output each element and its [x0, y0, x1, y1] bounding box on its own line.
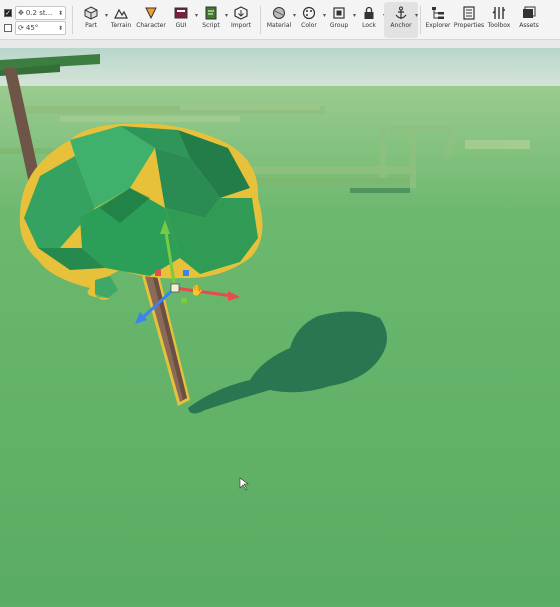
- material-icon: [273, 7, 285, 19]
- properties-button[interactable]: Properties: [452, 2, 486, 38]
- palette-icon: [302, 6, 316, 20]
- gui-icon: [174, 7, 188, 19]
- gizmo-plane-handle[interactable]: [183, 270, 189, 276]
- terrain-button[interactable]: Terrain: [104, 2, 138, 38]
- toolbar-bottom-strip: [0, 40, 560, 48]
- rotate-snap-control[interactable]: ⟳ 45° ⬍: [4, 21, 66, 35]
- chevron-down-icon[interactable]: ▾: [415, 12, 418, 19]
- properties-icon: [463, 6, 475, 20]
- part-label: Part: [85, 22, 97, 29]
- group-icon: [333, 7, 345, 19]
- group-label: Group: [329, 22, 349, 29]
- assets-label: Assets: [519, 22, 539, 29]
- stepper-icon[interactable]: ⬍: [58, 25, 63, 32]
- explorer-label: Explorer: [425, 22, 451, 29]
- group-button[interactable]: ▾ Group: [322, 2, 356, 38]
- assets-icon: [523, 6, 536, 18]
- move-snap-value: 0.2 st...: [25, 9, 53, 17]
- gui-button[interactable]: ▾ GUI: [164, 2, 198, 38]
- assets-button[interactable]: Assets: [512, 2, 546, 38]
- move-snap-control[interactable]: ✓ ✥ 0.2 st... ⬍: [4, 6, 66, 20]
- cube-icon: [84, 6, 98, 20]
- part-button[interactable]: ▾ Part: [74, 2, 108, 38]
- 3d-viewport[interactable]: ✋: [0, 48, 560, 603]
- import-label: Import: [231, 22, 251, 29]
- toolbox-label: Toolbox: [487, 22, 511, 29]
- material-button[interactable]: ▾ Material: [262, 2, 296, 38]
- toolbar-separator: [260, 6, 261, 34]
- rotate-snap-value: 45°: [25, 24, 39, 32]
- gizmo-plane-handle[interactable]: [181, 298, 187, 303]
- color-button[interactable]: ▾ Color: [292, 2, 326, 38]
- gui-label: GUI: [175, 22, 187, 29]
- stepper-icon[interactable]: ⬍: [58, 10, 63, 17]
- script-label: Script: [202, 22, 220, 29]
- lock-icon: [364, 6, 374, 19]
- character-button[interactable]: Character: [134, 2, 168, 38]
- character-icon: [145, 7, 157, 20]
- rotate-snap-field[interactable]: ⟳ 45° ⬍: [15, 21, 66, 35]
- anchor-button[interactable]: ▾ Anchor: [384, 2, 418, 38]
- import-icon: [234, 6, 248, 20]
- properties-label: Properties: [453, 22, 485, 29]
- anchor-icon: [395, 6, 407, 19]
- material-label: Material: [266, 22, 292, 29]
- explorer-icon: [432, 7, 444, 19]
- anchor-label: Anchor: [390, 22, 412, 29]
- gizmo-plane-handle[interactable]: [155, 270, 161, 276]
- terrain-label: Terrain: [110, 22, 132, 29]
- scene-canvas[interactable]: ✋: [0, 48, 560, 603]
- move-snap-checkbox[interactable]: ✓: [4, 9, 12, 17]
- script-icon: [205, 6, 217, 20]
- color-label: Color: [301, 22, 317, 29]
- gizmo-center-handle[interactable]: [170, 283, 180, 293]
- move-snap-field[interactable]: ✥ 0.2 st... ⬍: [15, 6, 66, 20]
- rotate-snap-checkbox[interactable]: [4, 24, 12, 32]
- rotate-icon: ⟳: [18, 24, 24, 32]
- toolbox-button[interactable]: Toolbox: [482, 2, 516, 38]
- import-button[interactable]: Import: [224, 2, 258, 38]
- character-label: Character: [136, 22, 166, 29]
- explorer-button[interactable]: Explorer: [421, 2, 455, 38]
- lock-button[interactable]: ▾ Lock: [352, 2, 386, 38]
- hand-cursor-icon: ✋: [190, 284, 204, 297]
- toolbox-icon: [492, 7, 505, 19]
- script-button[interactable]: ▾ Script: [194, 2, 228, 38]
- studio-toolbar: ✓ ✥ 0.2 st... ⬍ ⟳ 45° ⬍ ▾ Part Terrain C…: [0, 0, 560, 40]
- lock-label: Lock: [362, 22, 376, 29]
- mountain-icon: [114, 8, 128, 19]
- toolbar-separator: [72, 6, 73, 34]
- move-icon: ✥: [18, 9, 24, 17]
- sky: [0, 48, 560, 88]
